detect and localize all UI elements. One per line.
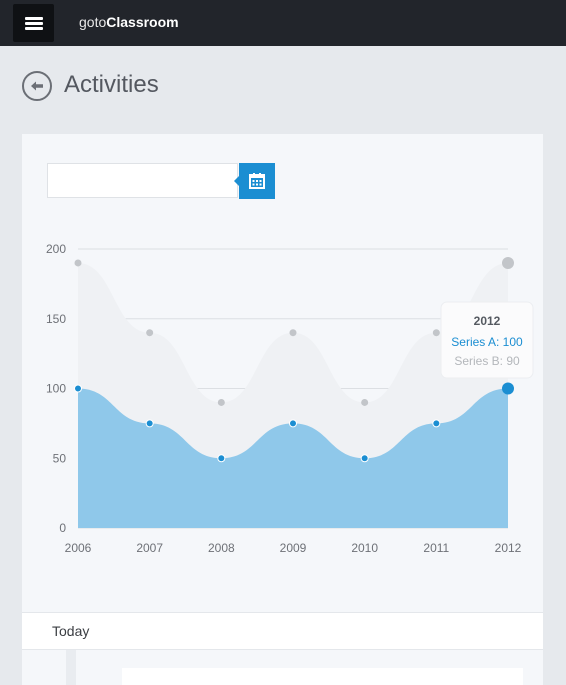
x-tick-label: 2006 [65, 541, 92, 555]
back-button[interactable] [22, 71, 52, 101]
y-tick-label: 150 [46, 312, 66, 326]
brand-name: Classroom [106, 14, 179, 30]
series-a-point [360, 454, 369, 463]
activities-card: 0 50 100 150 200 2006 2007 2008 2009 2010 2011 2012… [22, 134, 543, 685]
y-tick-label: 50 [53, 451, 67, 465]
brand-prefix: goto [79, 14, 107, 30]
y-tick-label: 0 [59, 521, 66, 535]
tooltip-series-a: Series A: 100 [451, 335, 523, 349]
menu-button[interactable] [13, 4, 54, 42]
series-b-point [502, 256, 514, 269]
series-a-point [74, 384, 82, 393]
series-b-point [217, 398, 225, 406]
x-tick-label: 2007 [136, 541, 163, 555]
series-a-point [145, 419, 154, 428]
activity-area-chart: 0 50 100 150 200 2006 2007 2008 2009 2010 2011 2012… [46, 242, 534, 555]
y-tick-label: 200 [46, 242, 66, 256]
series-b-point [361, 398, 369, 406]
activity-item[interactable] [122, 668, 523, 685]
series-b-point [146, 329, 154, 337]
series-a-point [502, 382, 514, 395]
top-navbar: gotoClassroom [0, 0, 566, 46]
series-a-point [289, 419, 297, 428]
arrow-left-circle-icon [31, 81, 43, 91]
section-header: Today [22, 612, 543, 650]
x-tick-label: 2009 [280, 541, 307, 555]
hamburger-icon [25, 17, 43, 20]
series-a-point [432, 419, 441, 428]
series-b-point [432, 329, 440, 337]
series-b-point [74, 259, 82, 267]
tooltip-series-b: Series B: 90 [454, 354, 520, 368]
section-label-today: Today [52, 623, 90, 639]
x-tick-label: 2011 [423, 541, 449, 555]
x-tick-label: 2010 [351, 541, 378, 555]
y-tick-label: 100 [46, 382, 66, 396]
brand-logo[interactable]: gotoClassroom [79, 13, 179, 31]
x-tick-label: 2008 [208, 541, 235, 555]
tooltip-title: 2012 [474, 314, 501, 328]
series-b-point [289, 329, 297, 337]
page-title: Activities [64, 71, 159, 98]
series-a-point [217, 454, 226, 463]
x-tick-label: 2012 [495, 541, 522, 555]
timeline-line [66, 650, 76, 685]
